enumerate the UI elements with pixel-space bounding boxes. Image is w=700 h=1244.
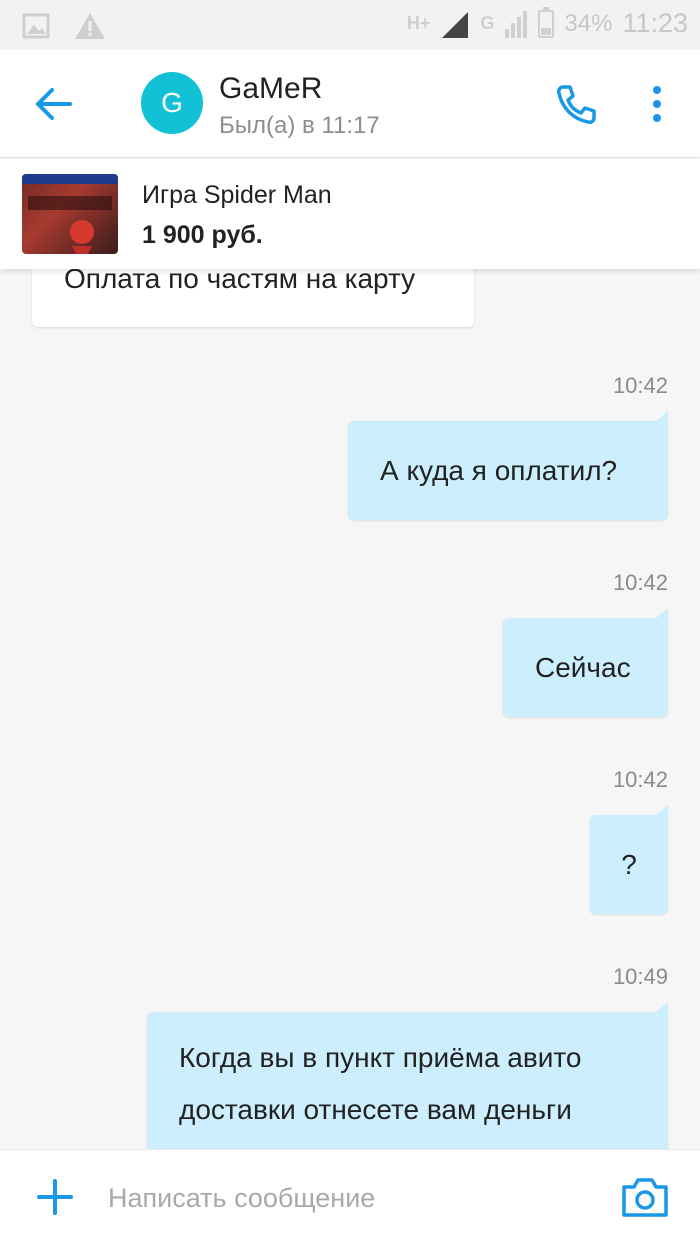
signal-bars-icon <box>505 10 528 38</box>
message-composer <box>0 1149 700 1244</box>
message-text: Сейчас <box>535 651 631 683</box>
message-text: ? <box>621 848 637 880</box>
message-time: 10:42 <box>612 570 668 595</box>
network-type-1: H+ <box>406 13 431 33</box>
contact-name[interactable]: GaMeR <box>219 72 322 106</box>
outgoing-message: Когда вы в пункт приёма авито доставки о… <box>147 1002 668 1149</box>
battery-icon <box>538 6 555 38</box>
status-bar: H+ G 34% 11:23 <box>0 0 700 50</box>
avatar[interactable]: G <box>141 72 203 134</box>
image-icon <box>22 13 50 39</box>
listing-thumbnail[interactable] <box>22 174 118 254</box>
camera-icon[interactable] <box>620 1175 670 1219</box>
game-cover-image <box>22 174 118 254</box>
outgoing-message: Сейчас <box>503 608 668 717</box>
outgoing-message: А куда я оплатил? <box>348 411 668 520</box>
chat-header: G GaMeR Был(а) в 11:17 <box>0 50 700 158</box>
message-time: 10:42 <box>612 373 668 398</box>
message-text: А куда я оплатил? <box>380 454 618 486</box>
incoming-message: Оплата по частям на карту <box>32 269 474 327</box>
network-type-2: G <box>480 13 495 33</box>
outgoing-message: ? <box>590 805 668 914</box>
clock: 11:23 <box>622 8 688 38</box>
message-input[interactable] <box>108 1172 588 1224</box>
listing-card[interactable]: Игра Spider Man 1 900 руб. <box>0 159 700 269</box>
avatar-letter: G <box>161 87 183 118</box>
listing-title: Игра Spider Man <box>142 181 332 209</box>
more-options-icon[interactable] <box>646 84 668 124</box>
battery-percent: 34% <box>564 9 613 37</box>
phone-icon[interactable] <box>554 82 598 126</box>
signal-icon <box>442 11 469 38</box>
contact-last-seen: Был(а) в 11:17 <box>219 112 380 139</box>
message-time: 10:42 <box>612 767 668 792</box>
message-text: Оплата по частям на карту <box>64 269 416 294</box>
listing-price: 1 900 руб. <box>142 221 263 249</box>
message-list[interactable]: Оплата по частям на карту 10:42 А куда я… <box>0 269 700 1149</box>
back-arrow-icon[interactable] <box>34 86 74 122</box>
message-text: Когда вы в пункт приёма авито доставки о… <box>179 1042 582 1125</box>
warning-icon <box>75 13 105 39</box>
message-time: 10:49 <box>612 964 668 989</box>
plus-icon[interactable] <box>36 1178 74 1216</box>
